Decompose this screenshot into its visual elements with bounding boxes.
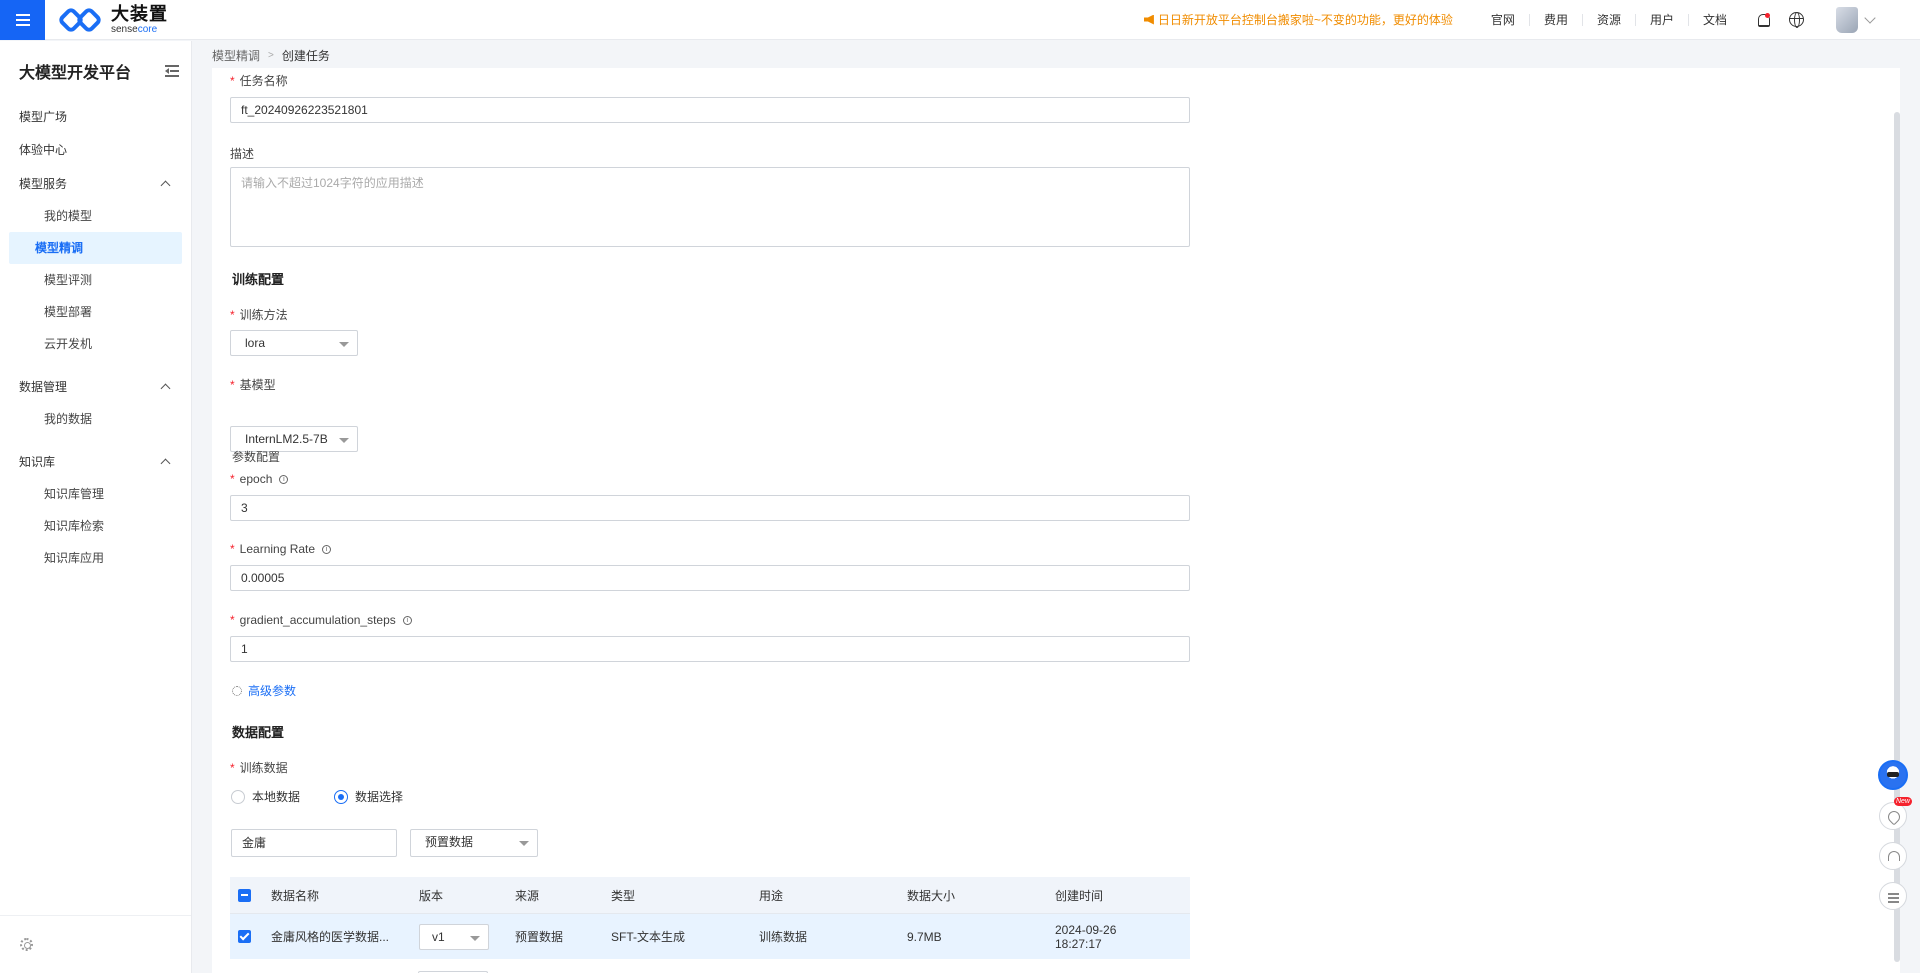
train-config-title: 训练配置: [232, 272, 285, 287]
top-link-docs[interactable]: 文档: [1687, 13, 1741, 26]
sidebar-item-deploy[interactable]: 模型部署: [9, 296, 182, 328]
row-usage: 训练数据: [759, 930, 808, 944]
logo-name: 大装置: [111, 3, 168, 24]
sidebar-item-evaluate[interactable]: 模型评测: [9, 264, 182, 296]
speaker-icon: [1143, 14, 1154, 25]
rocket-icon[interactable]: New: [1879, 797, 1912, 830]
hamburger-menu-button[interactable]: [0, 0, 45, 40]
list-menu-icon[interactable]: [1879, 882, 1907, 910]
bell-icon[interactable]: [1755, 12, 1771, 28]
row-size: 9.7MB: [907, 929, 942, 944]
headset-icon[interactable]: [1879, 842, 1907, 870]
top-link-resources[interactable]: 资源: [1581, 13, 1635, 26]
data-source-filter-select[interactable]: 预置数据: [410, 829, 538, 857]
param-config-label: 参数配置: [232, 450, 281, 464]
select-all-checkbox[interactable]: [238, 888, 251, 902]
info-icon[interactable]: i: [279, 474, 289, 484]
top-link-billing[interactable]: 费用: [1528, 13, 1582, 26]
chevron-up-icon: [160, 458, 171, 469]
epoch-input[interactable]: 3: [230, 495, 1190, 521]
new-badge: New: [1893, 797, 1912, 806]
table-header: 数据名称 版本 来源 类型 用途 数据大小 创建时间: [230, 877, 1190, 913]
sidebar-item-kb-search[interactable]: 知识库检索: [9, 510, 182, 542]
main-content: * 任务名称 ft_20240926223521801 描述 请输入不超过1024…: [212, 68, 1900, 973]
globe-icon[interactable]: [1789, 12, 1804, 28]
top-link-users[interactable]: 用户: [1634, 13, 1688, 26]
sidebar: 大模型开发平台 模型广场 体验中心 模型服务 我的模型 模型精调 模型评测 模型…: [0, 41, 192, 973]
table-row[interactable]: 金庸风格的医学数据... v1 预置数据 SFT-文本生成 训练数据 9.7MB…: [230, 913, 1190, 959]
dataset-table: 数据名称 版本 来源 类型 用途 数据大小 创建时间 金庸风格的医学数据... …: [230, 877, 1190, 959]
data-config-title: 数据配置: [232, 725, 285, 740]
row-created-time: 2024-09-26 18:27:17: [1055, 922, 1117, 951]
train-data-label: * 训练数据: [230, 760, 288, 776]
sidebar-group-data-mgmt[interactable]: 数据管理: [0, 370, 191, 403]
collapse-sidebar-icon[interactable]: [165, 65, 179, 77]
top-bar: 大装置 sensecore 日日新开放平台控制台搬家啦~不变的功能，更好的体验 …: [0, 0, 1920, 40]
logo-icon: [56, 5, 105, 34]
task-name-label: * 任务名称: [230, 73, 288, 89]
sidebar-item-cloud-dev[interactable]: 云开发机: [9, 328, 182, 360]
sidebar-item-fine-tune[interactable]: 模型精调: [9, 232, 182, 264]
sidebar-item-my-data[interactable]: 我的数据: [9, 403, 182, 435]
learning-rate-input[interactable]: 0.00005: [230, 565, 1190, 591]
sidebar-group-model-service[interactable]: 模型服务: [0, 167, 191, 200]
breadcrumb: 模型精调 > 创建任务: [212, 47, 330, 64]
row-source: 预置数据: [515, 930, 564, 944]
row-checkbox[interactable]: [238, 930, 251, 943]
advanced-params-toggle[interactable]: 高级参数: [232, 682, 296, 699]
radio-local-data[interactable]: 本地数据: [231, 788, 300, 805]
settings-gear-icon[interactable]: [20, 938, 33, 951]
sidebar-item-kb-app[interactable]: 知识库应用: [9, 542, 182, 574]
chevron-up-icon: [160, 180, 171, 191]
avatar[interactable]: [1836, 6, 1858, 33]
floating-toolbar: New: [1878, 760, 1912, 910]
learning-rate-label: * Learning Rate i: [230, 542, 332, 556]
epoch-label: * epoch i: [230, 472, 289, 486]
train-data-radio-group: 本地数据 数据选择: [231, 788, 403, 805]
chevron-up-icon: [160, 383, 171, 394]
description-label: 描述: [230, 147, 255, 161]
sidebar-item-experience[interactable]: 体验中心: [0, 134, 191, 167]
train-method-select[interactable]: lora: [230, 330, 358, 356]
sidebar-title: 大模型开发平台: [19, 65, 132, 82]
assistant-bot-icon[interactable]: [1878, 760, 1908, 790]
train-method-label: * 训练方法: [230, 307, 288, 323]
row-type: SFT-文本生成: [611, 930, 685, 944]
data-search-input[interactable]: 金庸: [231, 829, 397, 857]
top-link-official[interactable]: 官网: [1477, 14, 1529, 26]
row-version-select[interactable]: v1: [419, 923, 489, 950]
sidebar-item-model-plaza[interactable]: 模型广场: [0, 101, 191, 134]
brand-logo[interactable]: 大装置 sensecore: [56, 3, 168, 35]
gas-input[interactable]: 1: [230, 636, 1190, 662]
cog-icon: [232, 685, 242, 696]
chevron-down-icon[interactable]: [1864, 11, 1876, 24]
task-name-input[interactable]: ft_20240926223521801: [230, 97, 1190, 123]
radio-select-data[interactable]: 数据选择: [334, 788, 403, 805]
sidebar-item-my-models[interactable]: 我的模型: [9, 200, 182, 232]
breadcrumb-current: 创建任务: [281, 49, 330, 63]
menu-icon: [15, 13, 30, 16]
info-icon[interactable]: i: [322, 544, 332, 554]
breadcrumb-separator: >: [268, 50, 274, 61]
description-textarea[interactable]: 请输入不超过1024字符的应用描述: [230, 167, 1190, 247]
gas-label: * gradient_accumulation_steps i: [230, 613, 412, 627]
base-model-label: * 基模型: [230, 377, 276, 393]
announcement-banner[interactable]: 日日新开放平台控制台搬家啦~不变的功能，更好的体验: [1143, 11, 1453, 28]
breadcrumb-parent[interactable]: 模型精调: [212, 47, 260, 64]
sidebar-item-kb-manage[interactable]: 知识库管理: [9, 478, 182, 510]
row-dataset-name: 金庸风格的医学数据...: [271, 930, 390, 944]
info-icon[interactable]: i: [402, 615, 412, 625]
sidebar-group-knowledge[interactable]: 知识库: [0, 445, 191, 478]
